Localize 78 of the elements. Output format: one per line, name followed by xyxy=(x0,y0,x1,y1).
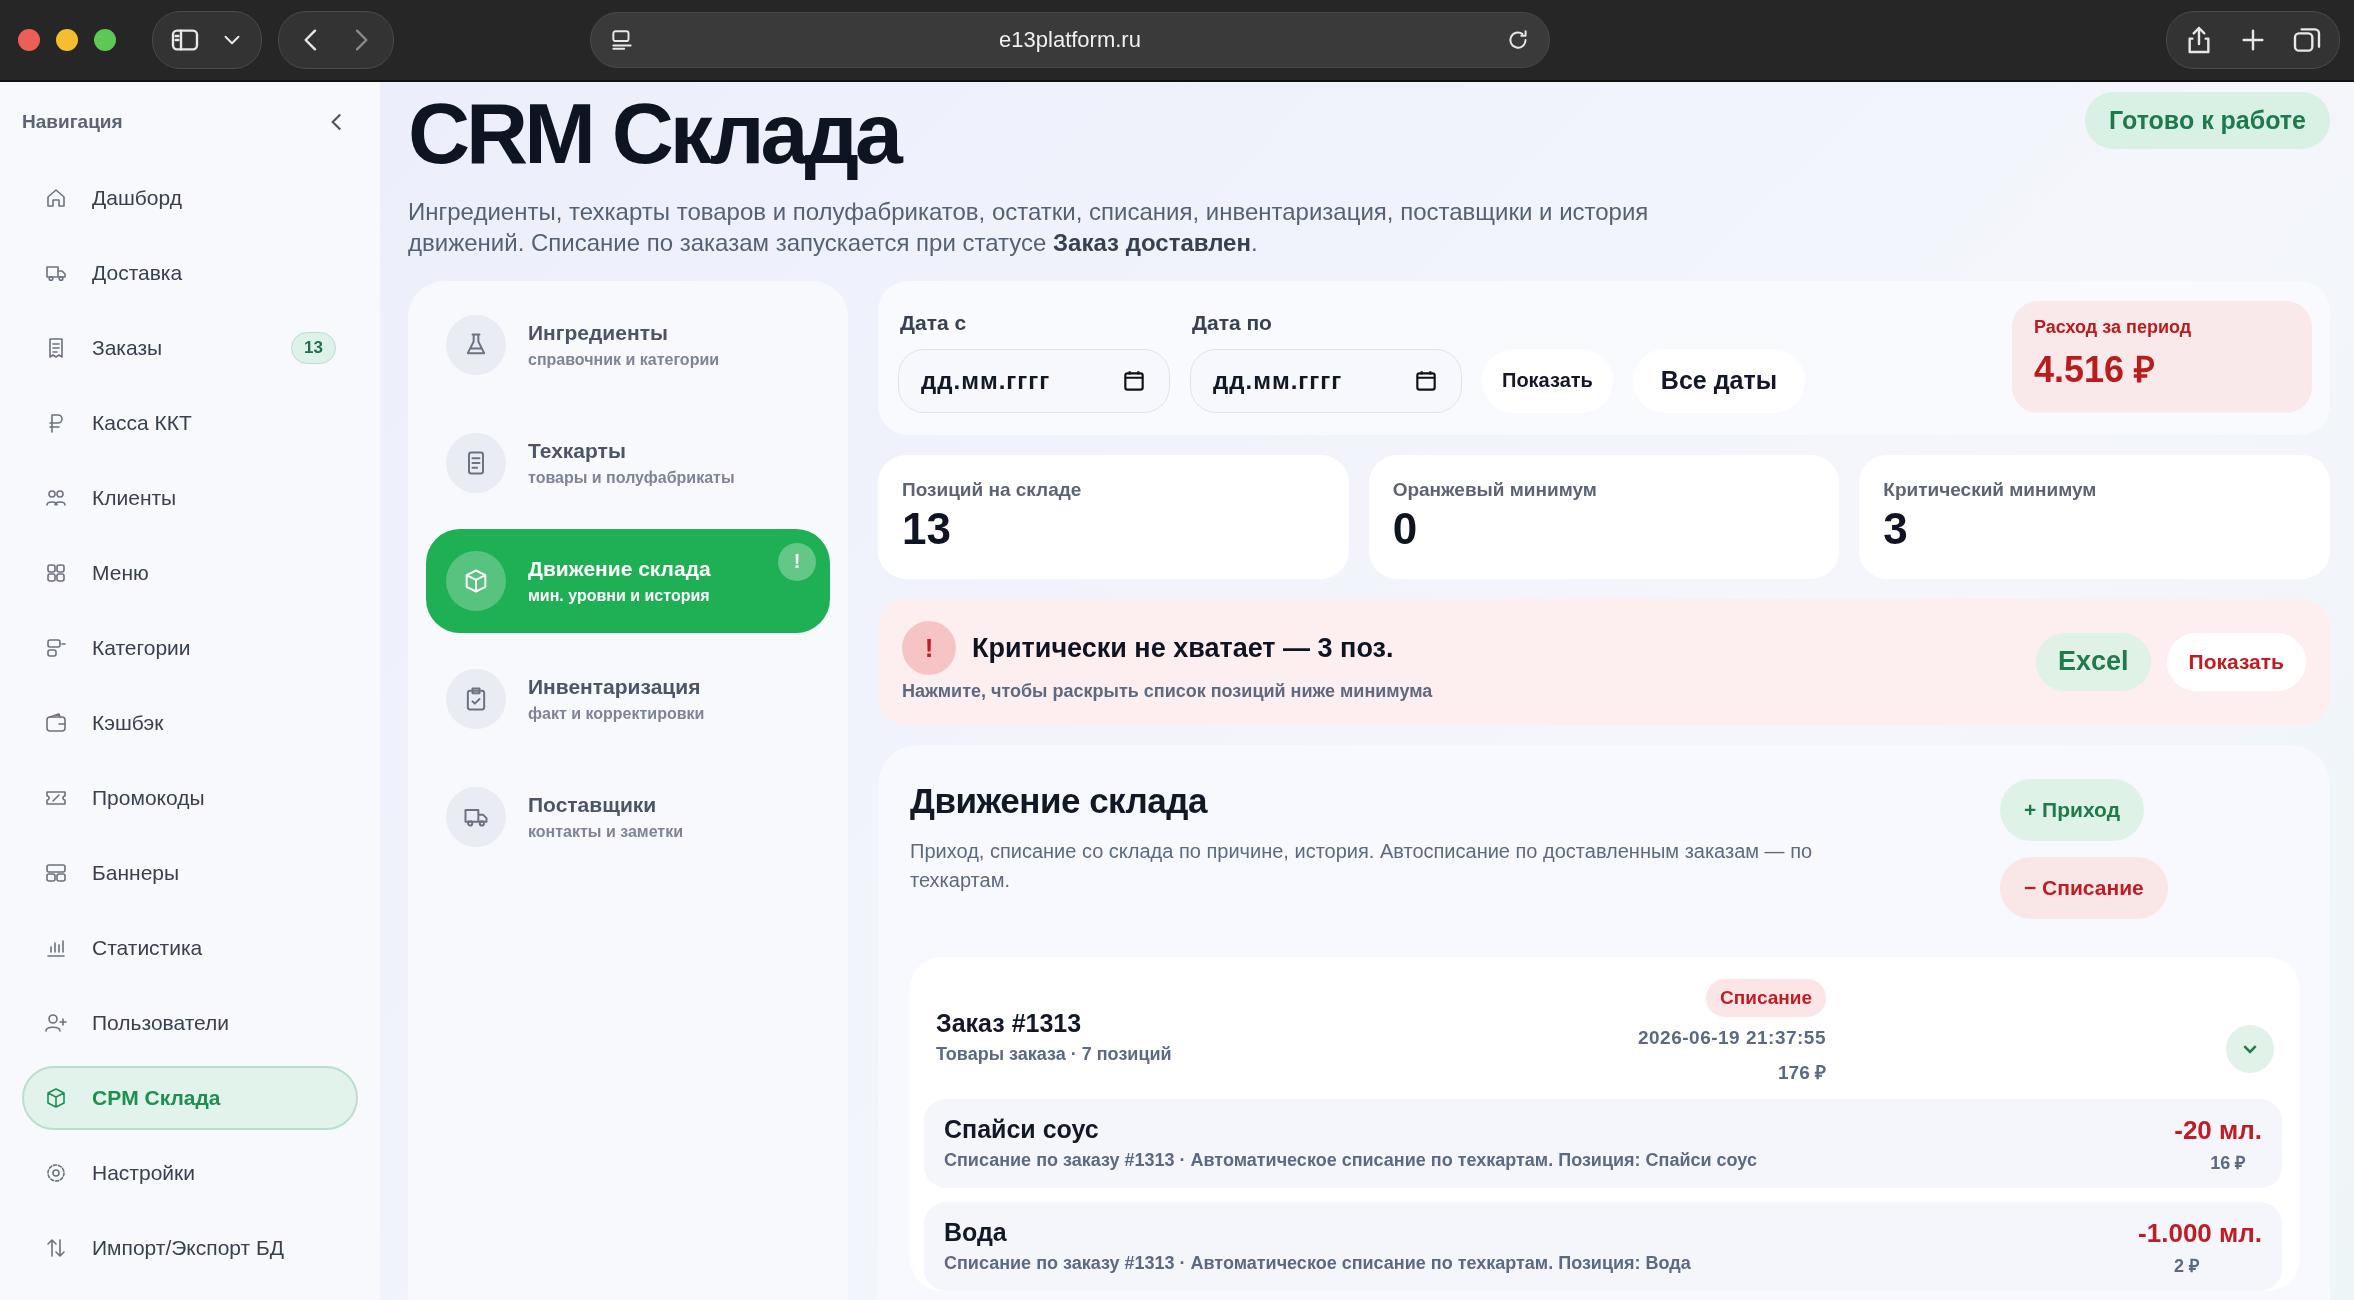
sidebar-item[interactable]: Пользователи xyxy=(22,991,358,1055)
sidebar-item[interactable]: Касса ККТ xyxy=(22,391,358,455)
order-title: Заказ #1313 xyxy=(936,1008,1083,1038)
settings-icon xyxy=(44,1161,68,1185)
sidebar-title: Навигация xyxy=(22,111,123,133)
chevron-icon xyxy=(2243,1044,2257,1053)
alert-badge: ! xyxy=(778,542,816,581)
date-field[interactable]: дд.мм.гггг xyxy=(1190,348,1462,413)
page-title: CRM Склада xyxy=(408,88,901,179)
stat-label: Оранжевый минимум xyxy=(1392,478,1598,501)
maximize-icon[interactable] xyxy=(94,29,116,51)
user-plus-icon xyxy=(44,1011,68,1035)
item-amount: 2 ₽ xyxy=(2173,1254,2200,1277)
blocks-icon xyxy=(44,636,68,660)
excel-button[interactable]: Excel xyxy=(2036,632,2151,691)
date-field[interactable]: дд.мм.гггг xyxy=(898,348,1170,413)
item-name: Вода xyxy=(944,1217,1008,1247)
sidebar-item[interactable]: Статистика xyxy=(22,916,358,980)
income-button[interactable]: + Приход xyxy=(2000,778,2144,841)
all-dates-button[interactable]: Все даты xyxy=(1632,348,1806,413)
order-subtitle: Товары заказа · 7 позиций xyxy=(936,1043,1173,1065)
sidebar-item[interactable]: Доставка xyxy=(22,241,358,305)
sidebar-item[interactable]: Баннеры xyxy=(22,841,358,905)
sidebar-item[interactable]: Меню xyxy=(22,541,358,605)
stat-value: 13 xyxy=(902,504,952,554)
writeoff-tag: Списание xyxy=(1706,978,1826,1017)
reader-icon xyxy=(609,27,635,53)
sidebar-item[interactable]: Промокоды xyxy=(22,766,358,830)
sidebar-item[interactable]: Импорт/Экспорт БД xyxy=(22,1216,358,1280)
show-button[interactable]: Показать xyxy=(1482,348,1613,413)
section-item[interactable]: Поставщики контакты и заметки xyxy=(426,764,830,869)
section-description: Приход, списание со склада по причине, история. Автосписание по доставленным заказам — по техкартам. xyxy=(910,838,1814,893)
warning-icon: ! xyxy=(902,621,956,676)
order-datetime: 2026-06-19 21:37:55 xyxy=(1637,1026,1826,1049)
stat-label: Позиций на складе xyxy=(902,478,1083,501)
sidebar-item[interactable]: Категории xyxy=(22,616,358,680)
alert-banner[interactable]: ! Критически не хватает — 3 поз. Нажмите, чтобы раскрыть список позиций ниже минимума Excel Показать xyxy=(878,598,2330,725)
grid-icon xyxy=(44,561,68,585)
expense-value: 4.516 ₽ xyxy=(2034,347,2157,392)
alert-subtitle: Нажмите, чтобы раскрыть список позиций ниже минимума xyxy=(902,681,1434,703)
sidebar-item[interactable]: CPM Склада xyxy=(22,1066,358,1130)
sidebar-item[interactable]: Клиенты xyxy=(22,466,358,530)
stat-label: Критический минимум xyxy=(1883,478,2098,501)
sidebar-toggle-button[interactable] xyxy=(152,11,262,69)
item-note: Списание по заказу #1313 · Автоматическое списание по техкартам. Позиция: Спайси соус xyxy=(944,1149,1757,1171)
item-note: Списание по заказу #1313 · Автоматическое списание по техкартам. Позиция: Вода xyxy=(944,1252,1691,1274)
close-icon[interactable] xyxy=(18,29,40,51)
section-item[interactable]: Ингредиенты справочник и категории xyxy=(426,292,830,397)
item-amount: 16 ₽ xyxy=(2209,1151,2246,1174)
alert-title: Критически не хватает — 3 поз. xyxy=(972,632,1394,664)
writeoff-button[interactable]: − Списание xyxy=(2000,856,2168,919)
sidebar-item[interactable]: Настройки xyxy=(22,1141,358,1205)
wallet-icon xyxy=(44,711,68,735)
order-total: 176 ₽ xyxy=(1778,1060,1826,1085)
sidebar-item[interactable]: Кэшбэк xyxy=(22,691,358,755)
section-title: Движение склада xyxy=(910,780,1209,821)
stat-value: 0 xyxy=(1392,504,1419,554)
count-badge: 13 xyxy=(291,332,336,364)
item-quantity: -1.000 мл. xyxy=(2138,1217,2262,1249)
minimize-icon[interactable] xyxy=(56,29,78,51)
home-icon xyxy=(44,186,68,210)
page-description: Ингредиенты, техкарты товаров и полуфабрикатов, остатки, списания, инвентаризация, поставщики и история движений. Списание по заказам запускается при статусе Заказ доставлен. xyxy=(408,197,1650,259)
sidebar-item[interactable]: Дашборд xyxy=(22,166,358,230)
sidebar-item[interactable]: Заказы 13 xyxy=(22,316,358,380)
layout-icon xyxy=(44,861,68,885)
address-bar[interactable]: e13platform.ru xyxy=(590,12,1550,68)
arrows-icon xyxy=(44,1236,68,1260)
section-item[interactable]: Инвентаризация факт и корректировки xyxy=(426,646,830,751)
field-label: Дата по xyxy=(1191,310,1273,335)
item-quantity: -20 мл. xyxy=(2174,1114,2262,1146)
item-name: Спайси соус xyxy=(944,1114,1100,1144)
field-label: Дата с xyxy=(899,310,968,335)
stat-value: 3 xyxy=(1883,504,1909,554)
status-badge: Готово к работе xyxy=(2085,92,2330,149)
box-icon xyxy=(44,1086,68,1110)
expense-label: Расход за период xyxy=(2034,316,2193,338)
section-item[interactable]: Техкарты товары и полуфабрикаты xyxy=(426,410,830,515)
show-button[interactable]: Показать xyxy=(2166,632,2306,691)
